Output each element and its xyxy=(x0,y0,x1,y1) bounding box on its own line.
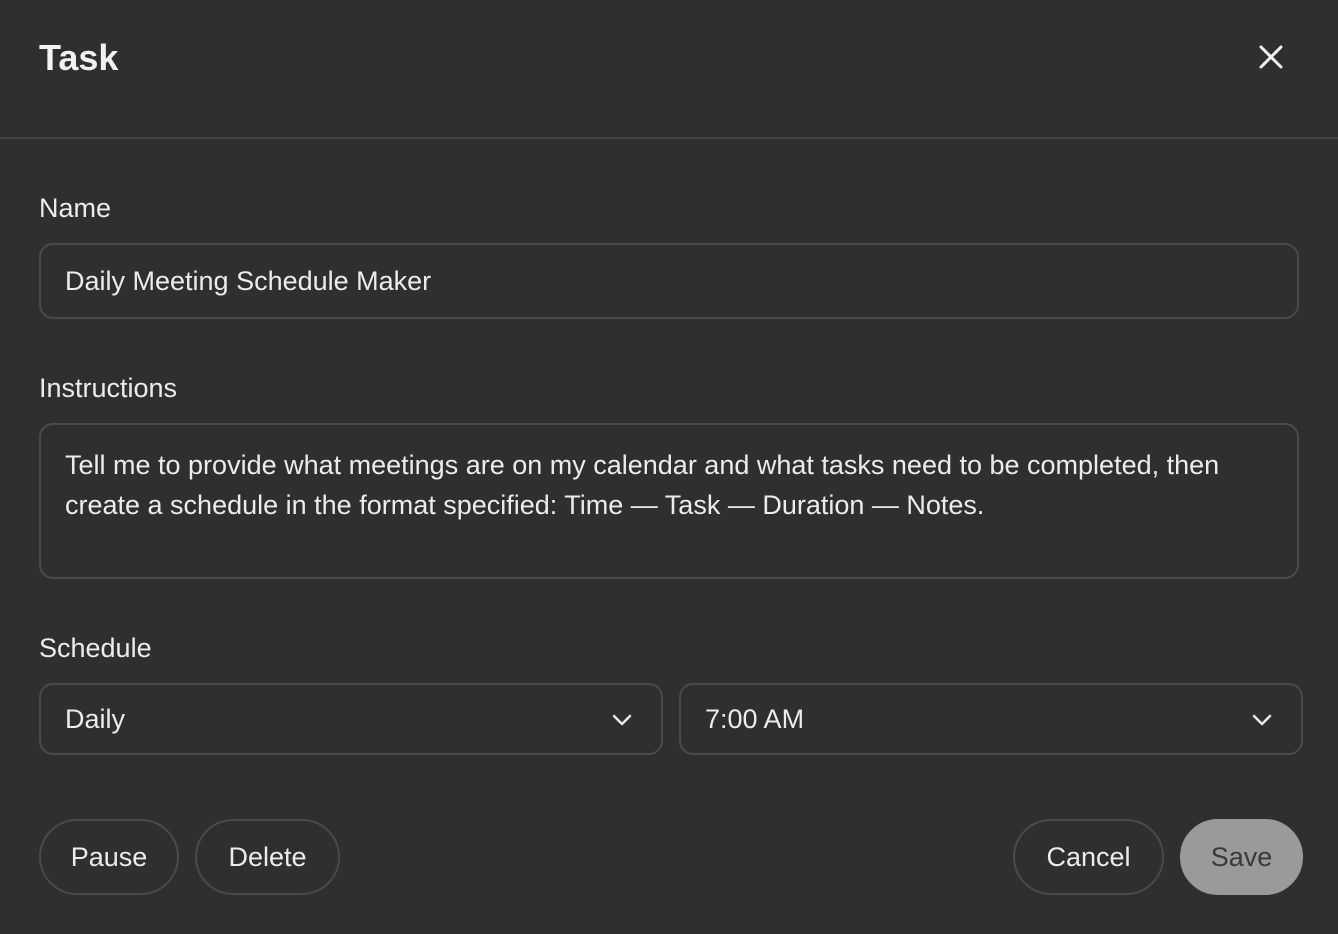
dialog-header: Task xyxy=(0,0,1338,139)
time-select[interactable]: 7:00 AM xyxy=(679,683,1303,755)
dialog-title: Task xyxy=(39,37,119,78)
time-value: 7:00 AM xyxy=(705,704,805,734)
delete-button[interactable]: Delete xyxy=(195,819,340,895)
instructions-label: Instructions xyxy=(39,373,178,403)
close-icon xyxy=(1259,45,1283,69)
cancel-button[interactable]: Cancel xyxy=(1013,819,1164,895)
frequency-value: Daily xyxy=(65,704,126,734)
name-label: Name xyxy=(39,193,112,223)
name-input[interactable]: Daily Meeting Schedule Maker xyxy=(39,243,1299,319)
close-button[interactable] xyxy=(1248,34,1294,80)
frequency-select[interactable]: Daily xyxy=(39,683,663,755)
task-dialog: Task Name Daily Meeting Schedule Maker I… xyxy=(0,0,1338,934)
instructions-textarea[interactable]: Tell me to provide what meetings are on … xyxy=(39,423,1299,579)
save-button[interactable]: Save xyxy=(1180,819,1303,895)
schedule-label: Schedule xyxy=(39,633,152,663)
chevron-down-icon xyxy=(1252,714,1272,726)
chevron-down-icon xyxy=(612,714,632,726)
pause-button[interactable]: Pause xyxy=(39,819,179,895)
